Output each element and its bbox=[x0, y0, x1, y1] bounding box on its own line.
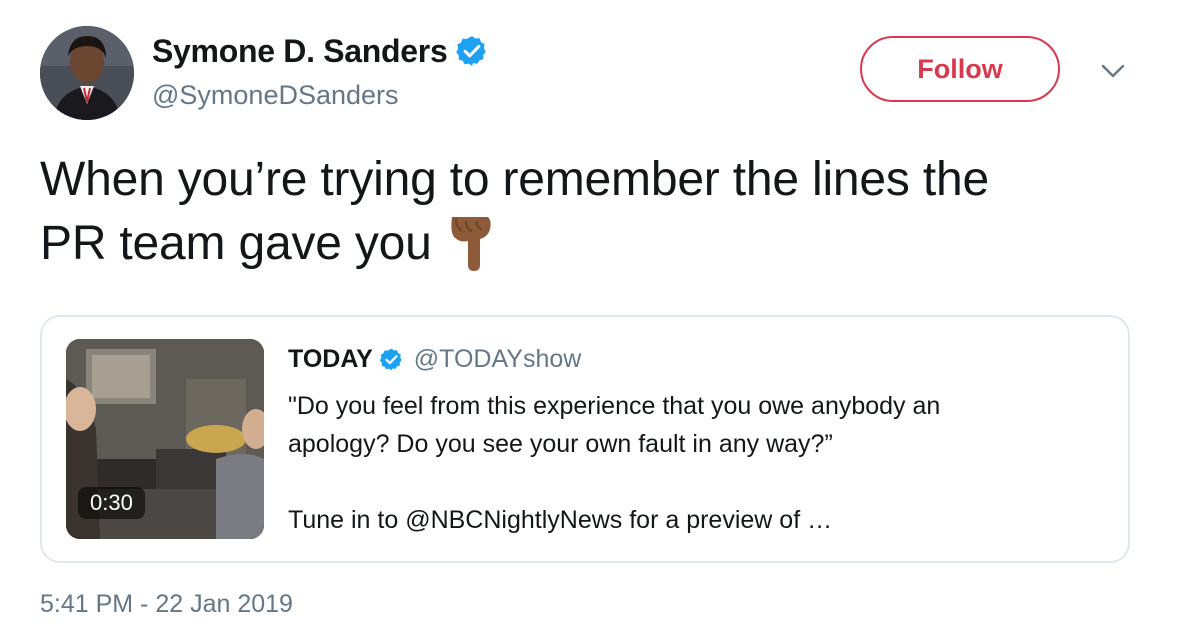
chevron-down-icon[interactable] bbox=[1100, 62, 1126, 80]
follow-button[interactable]: Follow bbox=[860, 36, 1060, 102]
video-duration-badge: 0:30 bbox=[78, 487, 145, 519]
quoted-text-line-2: apology? Do you see your own fault in an… bbox=[288, 430, 833, 458]
avatar[interactable] bbox=[40, 26, 134, 120]
tweet-text-line-1: When you’re trying to remember the lines… bbox=[40, 153, 989, 206]
video-thumbnail[interactable]: 0:30 bbox=[66, 339, 264, 539]
tweet-timestamp[interactable]: 5:41 PM - 22 Jan 2019 bbox=[40, 590, 293, 619]
pointing-down-emoji bbox=[442, 213, 498, 273]
quoted-tweet-card[interactable]: 0:30 TODAY @TODAYshow "Do you feel from … bbox=[40, 315, 1130, 563]
tweet-container: Symone D. Sanders @SymoneDSanders Follow… bbox=[0, 0, 1200, 643]
quoted-tweet-text: "Do you feel from this experience that y… bbox=[288, 387, 1088, 539]
quoted-text-line-3: Tune in to @NBCNightlyNews for a preview… bbox=[288, 506, 833, 534]
quoted-text-line-1: "Do you feel from this experience that y… bbox=[288, 392, 941, 420]
author-display-name[interactable]: Symone D. Sanders bbox=[152, 33, 448, 70]
quoted-tweet-header: TODAY @TODAYshow bbox=[288, 341, 581, 377]
quoted-author-handle[interactable]: @TODAYshow bbox=[414, 345, 582, 374]
author-name-row: Symone D. Sanders bbox=[152, 30, 489, 72]
verified-badge-icon bbox=[379, 347, 404, 372]
tweet-text-line-2: PR team gave you bbox=[40, 217, 432, 270]
author-handle[interactable]: @SymoneDSanders bbox=[152, 80, 399, 111]
quoted-author-name[interactable]: TODAY bbox=[288, 345, 373, 374]
verified-badge-icon bbox=[455, 34, 489, 68]
tweet-text: When you’re trying to remember the lines… bbox=[40, 148, 1160, 276]
